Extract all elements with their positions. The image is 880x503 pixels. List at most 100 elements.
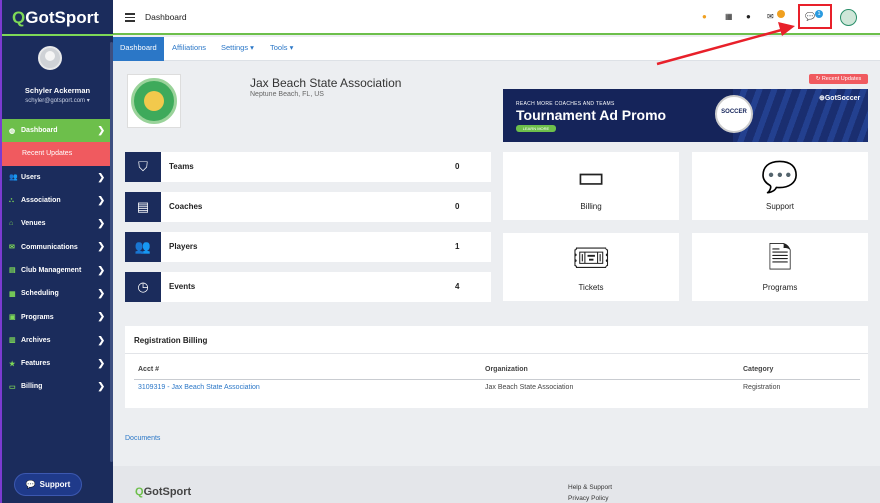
tile-billing[interactable]: ▭ Billing [503,152,679,220]
user-icon[interactable]: ● [746,12,751,21]
chevron-right-icon: ❯ [97,125,105,135]
sidebar-item-association[interactable]: ⛬ Association ❯ [2,189,113,212]
sidebar: QGotSport Schyler Ackerman schyler@gotsp… [0,0,113,503]
support-button[interactable]: 💬 Support [14,473,82,496]
promo-badge-text: SOCCER [721,109,747,115]
tile-label: Billing [580,202,602,211]
hamburger-menu-icon[interactable] [125,13,135,24]
sidebar-item-label: Scheduling [21,290,59,298]
column-header-organization[interactable]: Organization [485,366,528,373]
sidebar-item-label: Association [21,197,61,205]
recent-updates-button[interactable]: ↻ Recent Updates [809,74,868,84]
stat-coaches[interactable]: ▤ Coaches 0 [125,192,491,222]
tile-label: Programs [762,283,798,292]
column-header-acct[interactable]: Acct # [138,366,159,373]
sidebar-item-billing[interactable]: ▭ Billing ❯ [2,375,113,398]
sidebar-item-label: Communications [21,243,78,251]
sidebar-item-label: Club Management [21,266,82,274]
sidebar-item-label: Archives [21,336,51,344]
sidebar-item-communications[interactable]: ✉ Communications ❯ [2,235,113,258]
promo-banner[interactable]: REACH MORE COACHES AND TEAMS Tournament … [503,89,868,142]
sidebar-item-label: Features [21,360,51,368]
sidebar-item-scheduling[interactable]: ▦ Scheduling ❯ [2,282,113,305]
sidebar-item-venues[interactable]: ⌂ Venues ❯ [2,212,113,235]
stat-label: Teams [169,162,194,171]
tab-affiliations[interactable]: Affiliations [165,37,213,61]
shield-icon: ⛉ [125,152,161,182]
stat-value: 1 [455,242,460,251]
chevron-right-icon: ❯ [97,194,105,205]
mail-badge [777,10,785,18]
org-avatar[interactable] [840,9,857,26]
sidebar-item-programs[interactable]: ▣ Programs ❯ [2,305,113,328]
tile-programs[interactable]: 🗎 Programs [692,233,868,301]
mail-icon[interactable]: ✉ [767,12,774,21]
stat-teams[interactable]: ⛉ Teams 0 [125,152,491,182]
players-icon: 👥 [125,232,161,262]
stat-events[interactable]: ◷ Events 4 [125,272,491,302]
promo-title: Tournament Ad Promo [516,107,667,123]
sidebar-item-dashboard[interactable]: ◍ Dashboard ❯ [2,119,113,143]
chevron-right-icon: ❯ [97,218,105,229]
chat-bubbles-icon: 💬 [761,161,799,194]
sidebar-item-archives[interactable]: ▥ Archives ❯ [2,329,113,352]
registration-billing-panel: Registration Billing Acct # Organization… [125,326,868,408]
qr-icon[interactable]: ▦ [725,12,733,21]
clock-icon: ◷ [125,272,161,302]
chevron-right-icon: ❯ [97,381,105,392]
sidebar-item-label: Billing [21,383,43,391]
sidebar-item-label: Dashboard [21,127,58,135]
user-avatar[interactable] [38,46,62,70]
clipboard-icon: ▤ [125,192,161,222]
gotsport-logo[interactable]: QGotSport [12,8,99,28]
org-location: Neptune Beach, FL, US [250,91,324,98]
ticket-icon: 🎟 [571,242,611,275]
tab-settings[interactable]: Settings ▾ [214,37,261,61]
credit-card-icon: ▭ [576,161,606,194]
tile-label: Support [765,202,795,211]
stat-players[interactable]: 👥 Players 1 [125,232,491,262]
user-name: Schyler Ackerman [24,86,91,95]
chevron-right-icon: ❯ [97,311,105,322]
chevron-right-icon: ❯ [97,171,105,182]
sidebar-item-label: Venues [21,220,46,228]
sidebar-item-users[interactable]: 👥 Users ❯ [2,166,113,189]
help-support-link[interactable]: Help & Support [568,484,612,491]
dashboard-icon: ◍ [9,127,16,135]
stat-value: 4 [455,282,460,291]
tile-tickets[interactable]: 🎟 Tickets [503,233,679,301]
top-bar: Dashboard ● ▦ ● ✉ 💬 1 [113,0,880,35]
help-icon[interactable]: ● [702,12,707,21]
club-logo [127,74,181,128]
sidebar-item-club-management[interactable]: ▤ Club Management ❯ [2,259,113,282]
user-email-dropdown[interactable]: schyler@gotsport.com ▾ [2,97,113,104]
sidebar-item-recent-updates[interactable]: Recent Updates [2,142,113,166]
stat-value: 0 [455,202,460,211]
billing-icon: ▭ [9,383,16,391]
stat-label: Events [169,282,196,291]
stat-label: Players [169,242,198,251]
club-management-icon: ▤ [9,267,16,275]
promo-cta-button[interactable]: LEARN MORE [516,125,556,132]
scheduling-icon: ▦ [9,290,16,298]
tile-support[interactable]: 💬 Support [692,152,868,220]
association-icon: ⛬ [9,196,14,204]
stat-value: 0 [455,162,460,171]
sidebar-item-label: Recent Updates [22,150,73,158]
table-row-acct-link[interactable]: 3109319 - Jax Beach State Association [138,384,260,391]
documents-link[interactable]: Documents [125,435,160,442]
sidebar-scrollbar[interactable] [110,42,113,462]
tab-dashboard[interactable]: Dashboard [113,37,164,61]
table-row-category: Registration [743,384,781,391]
org-name: Jax Beach State Association [250,76,402,90]
tab-tools[interactable]: Tools ▾ [263,37,300,61]
programs-icon: ▣ [9,314,16,322]
tab-bar: Dashboard Affiliations Settings ▾ Tools … [113,37,880,61]
privacy-policy-link[interactable]: Privacy Policy [568,495,608,502]
footer-logo: QGotSport [135,486,192,498]
divider [134,379,860,380]
column-header-category[interactable]: Category [743,366,773,373]
sidebar-item-features[interactable]: ★ Features ❯ [2,352,113,375]
logo-divider [2,34,113,36]
features-icon: ★ [9,360,16,368]
